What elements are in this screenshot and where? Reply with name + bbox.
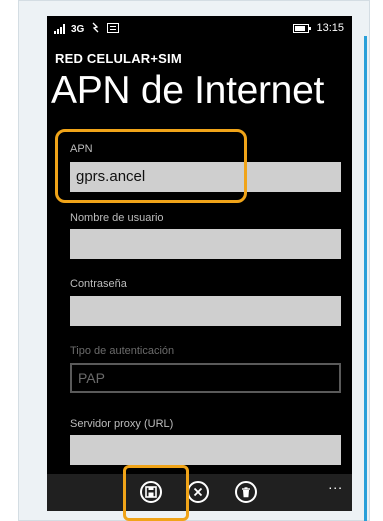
- more-options-button[interactable]: ...: [328, 476, 343, 492]
- save-highlight-frame: [123, 465, 189, 521]
- proxy-label: Servidor proxy (URL): [70, 418, 174, 430]
- status-left: 3G: [54, 22, 120, 36]
- delete-button[interactable]: [235, 481, 257, 503]
- signal-icon: [54, 24, 65, 34]
- accent-line: [364, 36, 367, 521]
- network-type: 3G: [71, 23, 85, 35]
- auth-type-label: Tipo de autenticación: [70, 345, 175, 357]
- clock: 13:15: [316, 22, 344, 34]
- password-label: Contraseña: [70, 278, 127, 290]
- message-icon: [107, 22, 120, 36]
- apn-highlight-frame: [55, 129, 247, 203]
- cancel-button[interactable]: [187, 481, 209, 503]
- section-title: RED CELULAR+SIM: [55, 51, 182, 66]
- status-bar: 3G 13:15: [47, 16, 352, 42]
- username-label: Nombre de usuario: [70, 212, 164, 224]
- status-right: 13:15: [293, 22, 344, 34]
- page-title: APN de Internet: [51, 69, 324, 112]
- proxy-input[interactable]: [70, 435, 341, 465]
- username-input[interactable]: [70, 229, 341, 259]
- phone-screen: 3G 13:15 RED CELULAR+SIM APN de Internet…: [47, 16, 352, 511]
- auth-type-select: PAP: [70, 363, 341, 393]
- delete-icon: [242, 486, 250, 497]
- battery-icon: [293, 23, 312, 33]
- password-input[interactable]: [70, 296, 341, 326]
- data-sync-icon: [90, 22, 101, 36]
- cancel-icon: [193, 487, 203, 497]
- app-bar: ...: [47, 474, 352, 511]
